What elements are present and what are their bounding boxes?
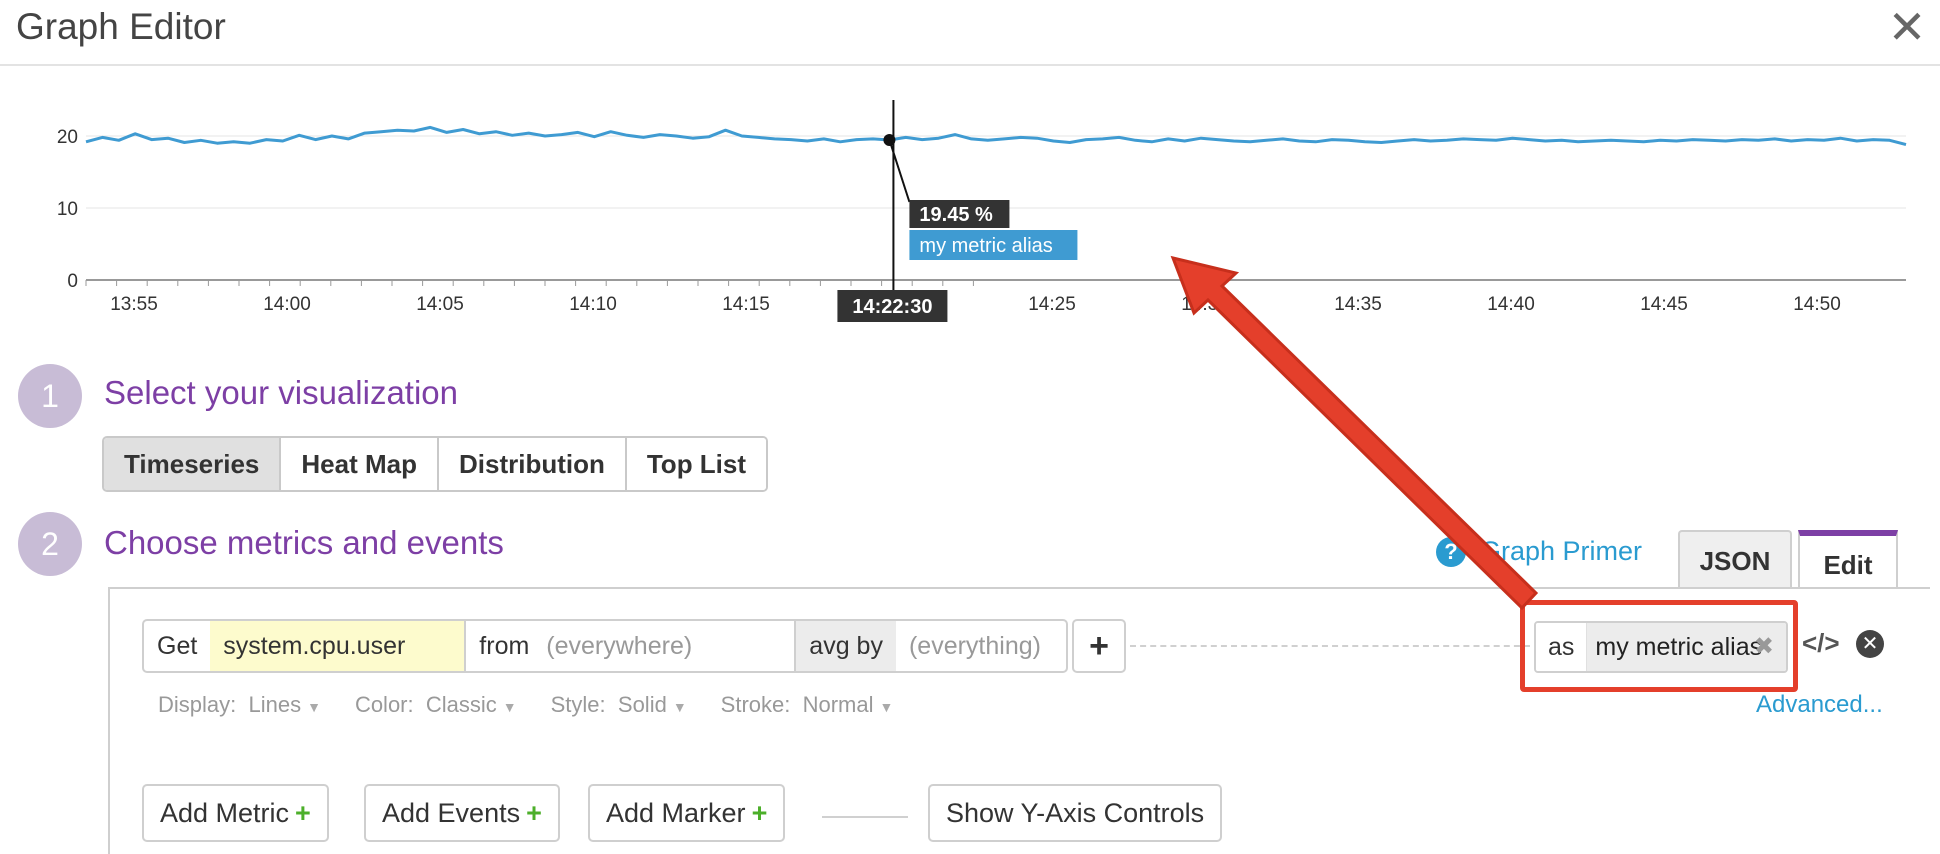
- red-arrow-shape: [1170, 255, 1539, 611]
- annotation-arrow: [1170, 255, 1539, 611]
